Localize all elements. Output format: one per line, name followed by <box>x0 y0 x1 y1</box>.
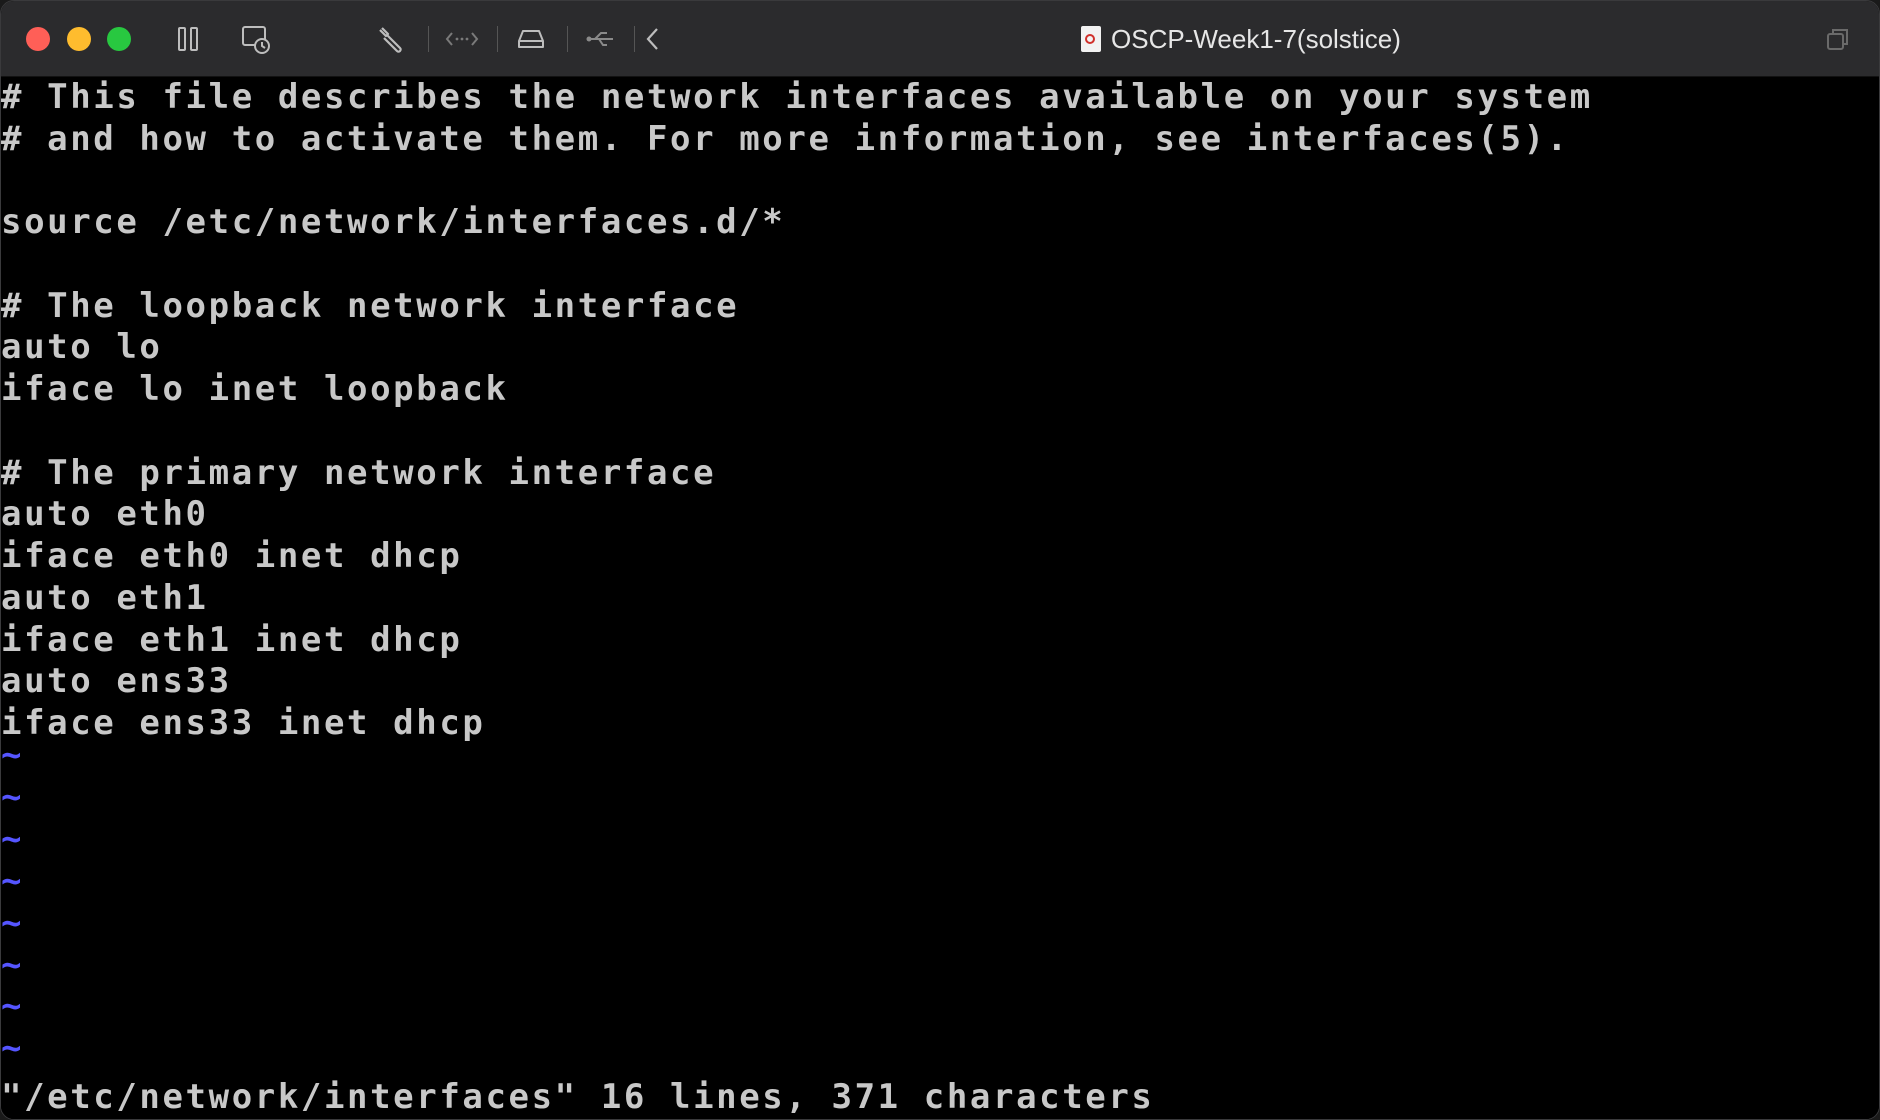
vm-window: OSCP-Week1-7(solstice) # This file descr… <box>0 0 1880 1120</box>
empty-line-tilde: ~ <box>1 1028 25 1068</box>
toolbar-separator <box>634 26 635 52</box>
empty-line-tilde: ~ <box>1 735 25 775</box>
file-line-14: iface eth1 inet dhcp <box>1 620 463 660</box>
empty-line-tilde: ~ <box>1 861 25 901</box>
toolbar-separator <box>497 26 498 52</box>
window-title-text: OSCP-Week1-7(solstice) <box>1111 23 1401 54</box>
file-line-7: auto lo <box>1 327 163 367</box>
file-line-16: iface ens33 inet dhcp <box>1 703 486 743</box>
empty-line-tilde: ~ <box>1 945 25 985</box>
disk-icon[interactable] <box>514 21 548 57</box>
file-line-12: iface eth0 inet dhcp <box>1 536 463 576</box>
back-chevron-icon[interactable] <box>641 21 665 57</box>
pause-icon[interactable] <box>173 21 203 57</box>
vim-status-line: "/etc/network/interfaces" 16 lines, 371 … <box>1 1077 1155 1117</box>
zoom-button[interactable] <box>107 27 131 51</box>
empty-line-tilde: ~ <box>1 819 25 859</box>
empty-line-tilde: ~ <box>1 777 25 817</box>
file-line-2: # and how to activate them. For more inf… <box>1 119 1570 159</box>
toolbar-separator <box>428 26 429 52</box>
settings-wrench-icon[interactable] <box>374 21 408 57</box>
window-restore-icon[interactable] <box>1823 21 1853 57</box>
title-bar: OSCP-Week1-7(solstice) <box>1 1 1879 77</box>
file-line-6: # The loopback network interface <box>1 286 740 326</box>
usb-icon[interactable] <box>584 21 618 57</box>
window-title: OSCP-Week1-7(solstice) <box>1081 21 1401 57</box>
file-line-11: auto eth0 <box>1 494 209 534</box>
vim-terminal[interactable]: # This file describes the network interf… <box>1 77 1879 1119</box>
empty-line-tilde: ~ <box>1 903 25 943</box>
close-button[interactable] <box>26 27 50 51</box>
vm-document-icon <box>1081 26 1101 52</box>
file-line-4: source /etc/network/interfaces.d/* <box>1 202 786 242</box>
file-line-10: # The primary network interface <box>1 453 717 493</box>
snapshot-icon[interactable] <box>239 21 273 57</box>
network-arrows-icon[interactable] <box>443 21 481 57</box>
file-line-1: # This file describes the network interf… <box>1 77 1593 117</box>
file-line-15: auto ens33 <box>1 661 232 701</box>
minimize-button[interactable] <box>67 27 91 51</box>
empty-line-tilde: ~ <box>1 986 25 1026</box>
file-line-13: auto eth1 <box>1 578 209 618</box>
file-line-8: iface lo inet loopback <box>1 369 509 409</box>
toolbar-separator <box>567 26 568 52</box>
